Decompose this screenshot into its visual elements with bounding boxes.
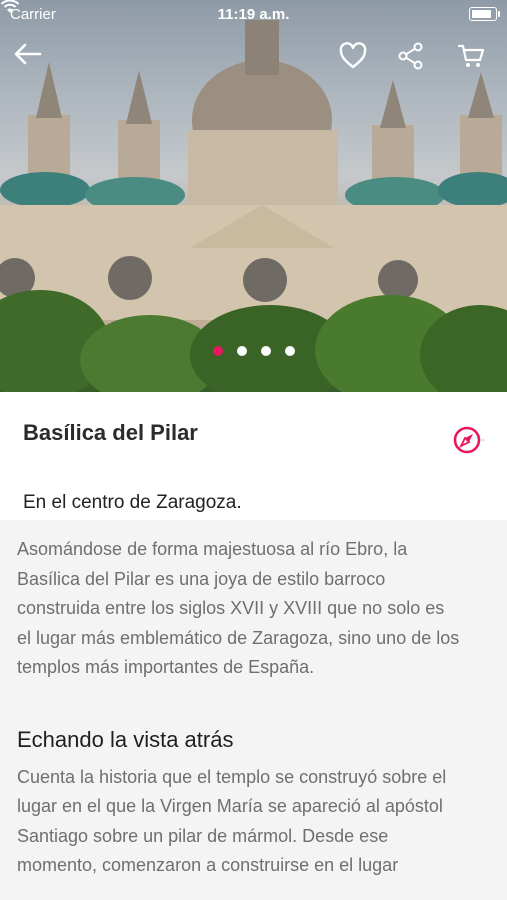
place-title: Basílica del Pilar: [23, 420, 198, 445]
intro-line: el lugar más emblemático de Zaragoza, si…: [17, 627, 460, 648]
gallery-page-indicator[interactable]: [0, 346, 507, 356]
intro-line: Basílica del Pilar es una joya de estilo…: [17, 568, 386, 589]
compass-icon: [453, 426, 485, 454]
cart-icon: [457, 44, 485, 67]
intro-line: Asomándose de forma majestuosa al río Eb…: [17, 539, 408, 559]
section-heading: Echando la vista atrás: [17, 726, 234, 752]
page-dot-3[interactable]: [260, 346, 271, 356]
back-button[interactable]: [12, 42, 48, 78]
page-dot-4[interactable]: [284, 346, 295, 356]
map-button[interactable]: [452, 425, 486, 460]
cart-button[interactable]: [456, 42, 492, 78]
favorite-button[interactable]: [338, 42, 374, 78]
section-line: Santiago sobre un pilar de mármol. Desde…: [17, 825, 389, 846]
place-header: Basílica del Pilar En el centro de Zarag…: [0, 392, 507, 520]
section-line: momento, comenzaron a construirse en el …: [17, 855, 399, 875]
status-time: 11:19 a.m.: [217, 6, 290, 23]
status-bar: Carrier 11:19 a.m.: [0, 0, 507, 30]
page-dot-1[interactable]: [212, 346, 223, 356]
share-icon: [398, 42, 423, 70]
place-location: En el centro de Zaragoza.: [23, 492, 242, 513]
description: Asomándose de forma majestuosa al río Eb…: [17, 535, 507, 881]
section-line: Cuenta la historia que el templo se cons…: [17, 766, 447, 787]
intro-line: templos más importantes de España.: [17, 657, 315, 677]
share-button[interactable]: [397, 42, 433, 78]
intro-line: construida entre los siglos XVII y XVIII…: [17, 598, 445, 618]
page-dot-2[interactable]: [236, 346, 247, 356]
section-line: lugar en el que la Virgen María se apare…: [17, 796, 443, 816]
arrow-left-icon: [14, 43, 42, 65]
heart-icon: [339, 42, 367, 69]
battery-icon: [469, 7, 500, 21]
hero-image[interactable]: Carrier 11:19 a.m.: [0, 0, 507, 392]
